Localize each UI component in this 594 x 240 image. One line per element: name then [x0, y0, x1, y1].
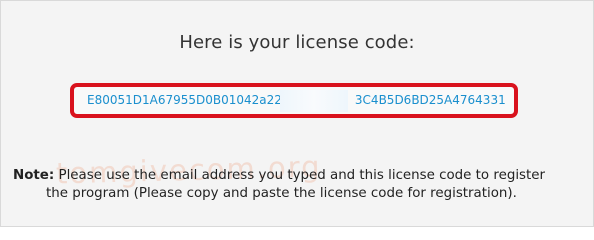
note-line-1: Please use the email address you typed a… [54, 168, 546, 183]
license-code-start: E80051D1A67955D0B01042a22 [87, 93, 282, 107]
license-dialog-panel: Here is your license code: E80051D1A6795… [0, 0, 594, 227]
license-heading: Here is your license code: [179, 32, 415, 53]
redaction-overlay [280, 90, 348, 112]
registration-note: Note: Please use the email address you t… [13, 167, 589, 203]
license-code-end: 3C4B5D6BD25A4764331 [354, 93, 506, 107]
note-prefix: Note: [13, 168, 55, 183]
license-code-highlight-box: E80051D1A67955D0B01042a22 3C4B5D6BD25A476… [70, 83, 518, 118]
note-line-2: the program (Please copy and paste the l… [46, 186, 517, 201]
